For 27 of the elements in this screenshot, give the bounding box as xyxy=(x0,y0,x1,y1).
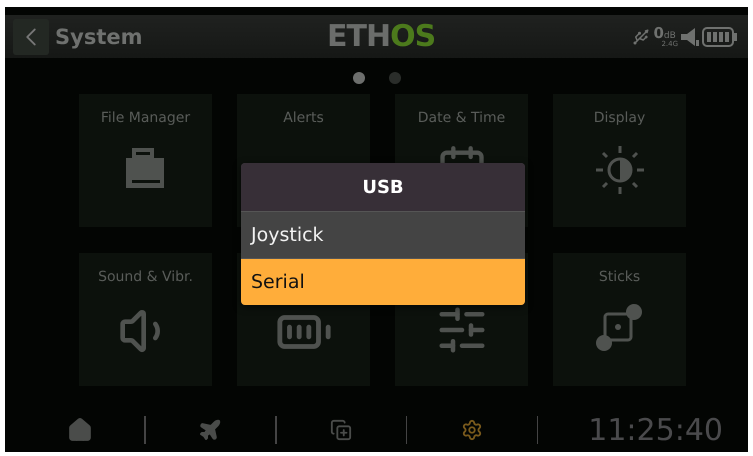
page-title: System xyxy=(55,24,144,48)
settings-tile[interactable]: Sticks xyxy=(553,253,686,386)
brightness-icon xyxy=(594,144,646,196)
tile-label: Sound & Vibr. xyxy=(98,269,193,287)
stick-gimbal-icon xyxy=(596,303,644,351)
usb-icon xyxy=(632,28,650,46)
airplane-icon xyxy=(198,418,222,442)
settings-tile[interactable]: Sound & Vibr. xyxy=(79,253,212,386)
page-dot[interactable] xyxy=(388,72,400,84)
battery-level-icon xyxy=(702,26,738,48)
copy-plus-icon xyxy=(330,419,352,441)
tile-label: Display xyxy=(594,110,646,128)
option-item[interactable]: Joystick xyxy=(241,211,525,258)
logo: ETHOS xyxy=(327,19,436,54)
settings-icon xyxy=(461,419,484,441)
page-dot[interactable] xyxy=(352,72,364,84)
home-icon xyxy=(66,417,93,443)
option-item[interactable]: Serial xyxy=(241,258,525,305)
clock: 11:25:40 xyxy=(588,412,723,448)
tile-label: Alerts xyxy=(283,110,324,128)
settings-tile[interactable]: Display xyxy=(553,94,686,227)
tile-label: Date & Time xyxy=(418,110,506,128)
dialog-title: USB xyxy=(241,163,525,211)
back-button[interactable] xyxy=(13,18,49,54)
tile-label: File Manager xyxy=(100,110,190,128)
tile-label: Sticks xyxy=(598,269,640,287)
settings-tile[interactable]: File Manager xyxy=(79,94,212,227)
